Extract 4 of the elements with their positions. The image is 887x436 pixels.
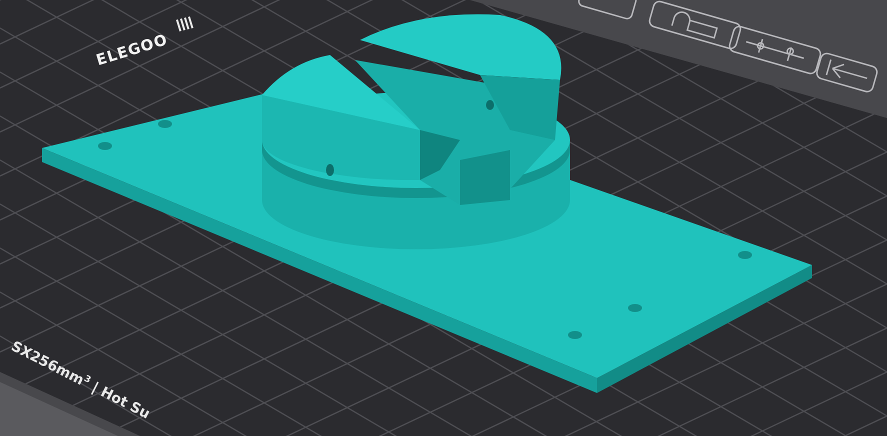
stripes-icon [176,16,194,32]
lock-icon [647,0,743,51]
sliders-icon [727,24,823,76]
back-arrow-icon [814,51,880,94]
